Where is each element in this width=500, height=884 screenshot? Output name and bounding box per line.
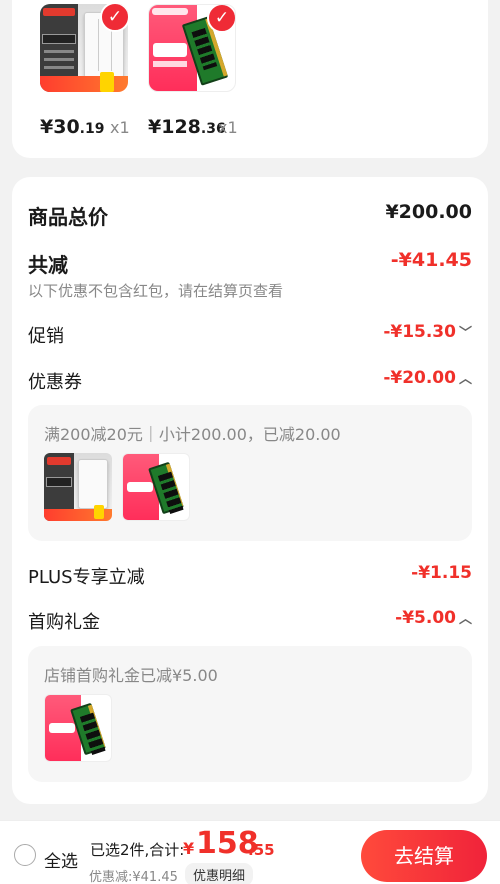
total-reduction-value: -¥41.45	[390, 249, 472, 271]
promotion-label: 促销	[28, 326, 64, 347]
coupon-value: -¥20.00	[383, 368, 456, 388]
promotion-row[interactable]: 促销 -¥15.30 ﹀	[28, 322, 472, 348]
coupon-label: 优惠券	[28, 372, 82, 393]
total-amount-decimal: .55	[248, 841, 275, 859]
chevron-down-icon[interactable]: ﹀	[459, 322, 472, 341]
ram-module-product-image[interactable]: ✓	[148, 4, 236, 92]
first-purchase-gift-value: -¥5.00	[395, 608, 456, 628]
discount-detail-button[interactable]: 优惠明细	[185, 863, 254, 884]
chevron-up-icon[interactable]: ︿	[459, 368, 472, 387]
checkout-bar: 全选 已选2件,合计: ¥ 158 .55 优惠减:¥41.45 优惠明细 去结…	[0, 820, 500, 884]
total-price-label: 商品总价	[28, 205, 108, 229]
plus-discount-value: -¥1.15	[411, 563, 472, 583]
coupon-detail-text: 满200减20元｜小计200.00，已减20.00	[44, 425, 341, 444]
price-summary-card: 商品总价 ¥200.00 共减 -¥41.45 以下优惠不包含红包，请在结算页查…	[12, 177, 488, 804]
total-price-row: 商品总价 ¥200.00	[28, 201, 472, 229]
selected-check-icon: ✓	[207, 5, 235, 33]
smart-switch-product-image[interactable]: ✓	[40, 4, 128, 92]
total-price-value: ¥200.00	[385, 201, 472, 223]
chevron-up-icon[interactable]: ︿	[459, 608, 472, 627]
ram-module-product-image	[44, 694, 112, 762]
ram-module-product-image	[122, 453, 190, 521]
plus-discount-label: PLUS专享立减	[28, 567, 145, 588]
gift-detail-box: 店铺首购礼金已减¥5.00	[28, 646, 472, 782]
product-quantity: x1	[218, 118, 238, 137]
total-reduction-row: 共减 -¥41.45	[28, 249, 472, 277]
selected-summary: 已选2件,合计:	[90, 841, 185, 859]
product-price: ¥30.19	[40, 116, 105, 138]
selected-check-icon: ✓	[100, 4, 128, 32]
coupon-row[interactable]: 优惠券 -¥20.00 ︿	[28, 368, 472, 394]
first-purchase-gift-row[interactable]: 首购礼金 -¥5.00 ︿	[28, 608, 472, 634]
smart-switch-product-image	[44, 453, 112, 521]
select-all-label[interactable]: 全选	[44, 847, 78, 872]
promotion-value: -¥15.30	[383, 322, 456, 342]
selected-products-card: ✓ ✓ ¥30.19 x1 ¥128.36 x1	[12, 0, 488, 158]
gift-detail-text: 店铺首购礼金已减¥5.00	[44, 666, 218, 685]
total-currency: ¥	[183, 839, 195, 858]
discount-summary: 优惠减:¥41.45	[89, 870, 178, 884]
checkout-button[interactable]: 去结算	[361, 830, 487, 882]
coupon-detail-box: 满200减20元｜小计200.00，已减20.00	[28, 405, 472, 541]
select-all-checkbox[interactable]	[14, 844, 36, 866]
first-purchase-gift-label: 首购礼金	[28, 612, 100, 633]
total-reduction-label: 共减	[28, 253, 68, 277]
product-price: ¥128.36	[148, 116, 226, 138]
product-quantity: x1	[110, 118, 130, 137]
plus-discount-row: PLUS专享立减 -¥1.15	[28, 563, 472, 589]
reduction-note: 以下优惠不包含红包，请在结算页查看	[28, 282, 284, 300]
